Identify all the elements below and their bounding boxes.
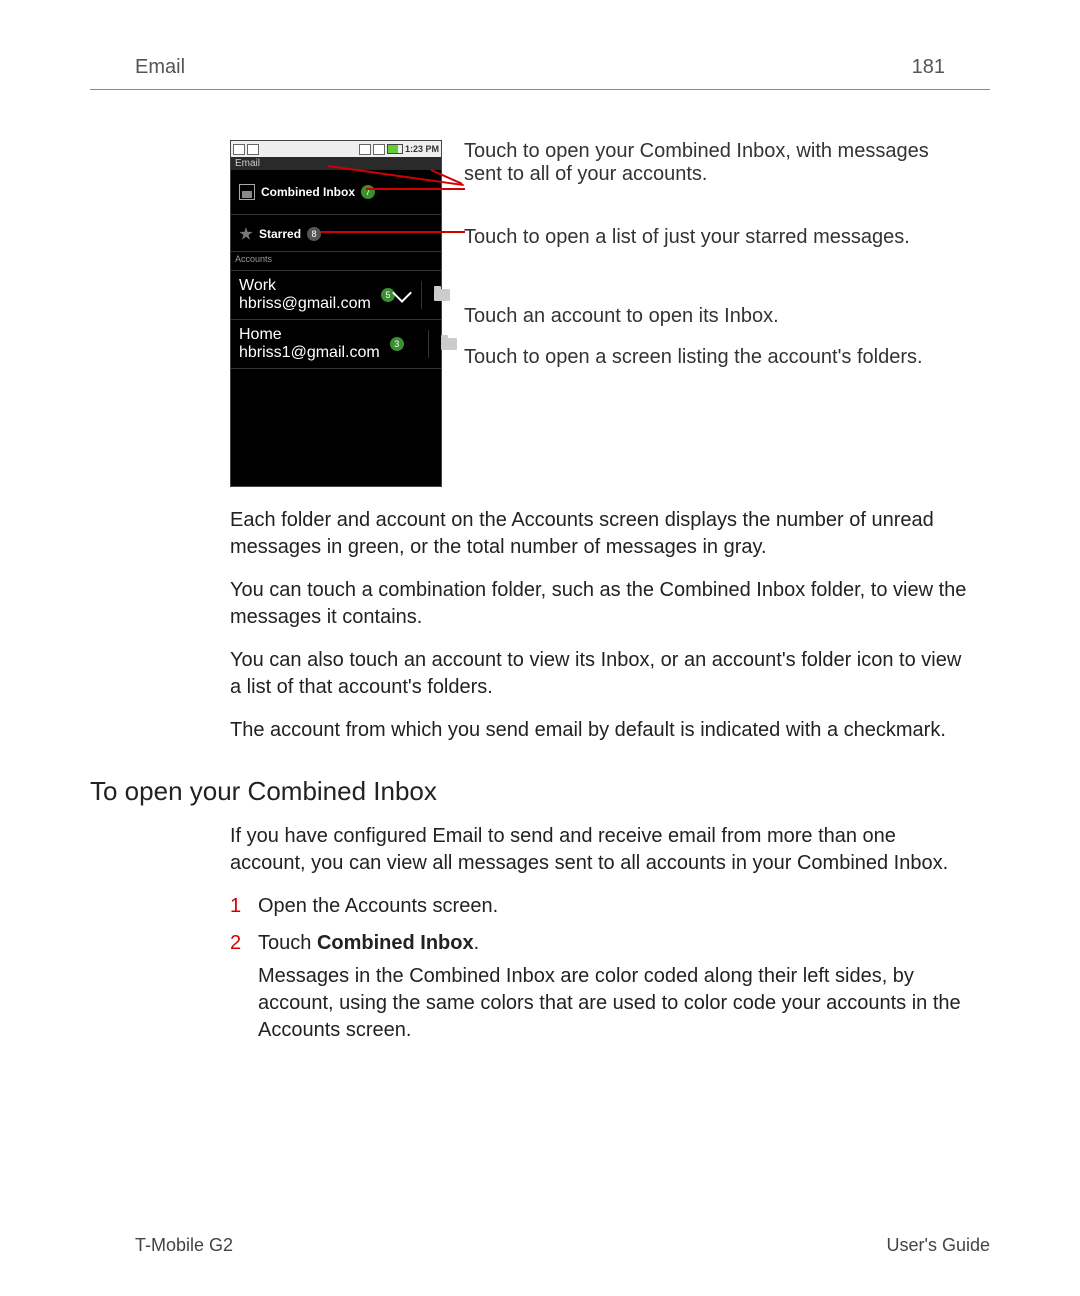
star-icon xyxy=(239,227,253,241)
inbox-icon xyxy=(239,184,255,200)
row-starred[interactable]: Starred 8 xyxy=(231,215,441,252)
body-p5: If you have configured Email to send and… xyxy=(230,823,970,877)
section-heading: To open your Combined Inbox xyxy=(90,774,970,809)
body-p6: Messages in the Combined Inbox are color… xyxy=(258,963,970,1044)
account-badge: 5 xyxy=(381,288,395,302)
starred-badge: 8 xyxy=(307,227,321,241)
combined-inbox-label: Combined Inbox xyxy=(261,185,355,199)
account-email: hbriss@gmail.com xyxy=(239,295,371,313)
account-name: Work xyxy=(239,277,371,295)
status-notif-icon xyxy=(233,144,245,155)
header-rule xyxy=(90,89,990,90)
status-time: 1:23 PM xyxy=(405,144,439,154)
status-signal-icon xyxy=(373,144,385,155)
step-1: Open the Accounts screen. xyxy=(230,893,970,920)
account-row-work[interactable]: Work hbriss@gmail.com 5 xyxy=(231,271,441,320)
phone-screenshot: 1:23 PM Email Combined Inbox 7 Starred 8 xyxy=(230,140,442,487)
step-2: Touch Combined Inbox. Messages in the Co… xyxy=(230,930,970,1044)
battery-icon xyxy=(387,144,403,154)
account-name: Home xyxy=(239,326,380,344)
account-row-home[interactable]: Home hbriss1@gmail.com 3 xyxy=(231,320,441,369)
page-number: 181 xyxy=(912,56,945,79)
callout-starred: Touch to open a list of just your starre… xyxy=(464,226,960,249)
header-section: Email xyxy=(135,56,185,79)
callout-account-inbox: Touch an account to open its Inbox. xyxy=(464,305,990,328)
status-mail-icon xyxy=(247,144,259,155)
status-3g-icon xyxy=(359,144,371,155)
default-check-icon xyxy=(392,283,412,303)
callout-account-folders: Touch to open a screen listing the accou… xyxy=(464,346,960,369)
footer-right: User's Guide xyxy=(887,1235,990,1256)
account-email: hbriss1@gmail.com xyxy=(239,344,380,362)
body-p1: Each folder and account on the Accounts … xyxy=(230,507,970,561)
folder-icon[interactable] xyxy=(434,289,450,301)
body-p2: You can touch a combination folder, such… xyxy=(230,577,970,631)
accounts-header: Accounts xyxy=(231,252,441,271)
footer-left: T-Mobile G2 xyxy=(135,1235,233,1256)
callout-combined-inbox: Touch to open your Combined Inbox, with … xyxy=(464,140,960,186)
body-p3: You can also touch an account to view it… xyxy=(230,647,970,701)
account-badge: 3 xyxy=(390,337,404,351)
starred-label: Starred xyxy=(259,227,301,241)
folder-icon[interactable] xyxy=(441,338,457,350)
body-p4: The account from which you send email by… xyxy=(230,717,970,744)
